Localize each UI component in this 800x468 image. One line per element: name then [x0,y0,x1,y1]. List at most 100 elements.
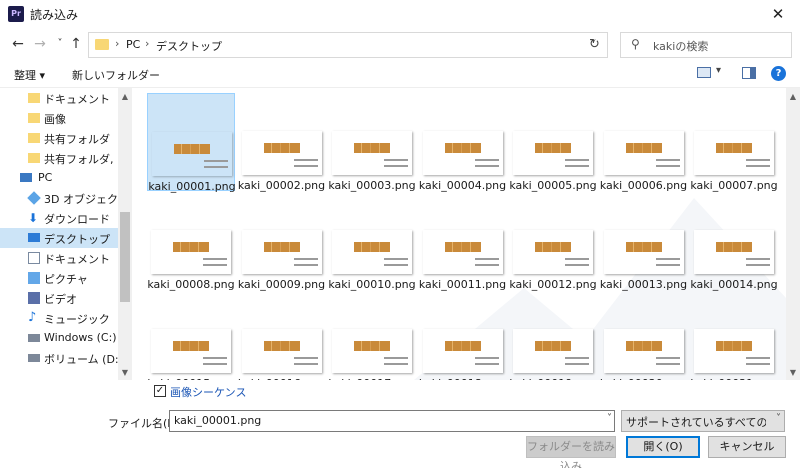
sidebar-item[interactable]: ピクチャ [0,268,118,288]
scrollbar-thumb[interactable] [120,212,130,302]
file-tile[interactable]: kaki_00004.png [419,93,507,192]
help-icon[interactable]: ? [771,66,786,81]
thumbnail-lines [384,357,408,365]
file-list: kaki_00001.png kaki_00002.png kaki_00003.p… [134,88,786,380]
sidebar-item[interactable]: Windows (C:) [0,328,118,348]
sidebar-item[interactable]: ドキュメント [0,248,118,268]
file-name-label: kaki_00018.png [419,377,507,380]
content-scrollbar[interactable]: ▲ ▼ [786,88,800,380]
sidebar-item[interactable]: 3D オブジェクト [0,188,129,208]
preview-pane-icon[interactable] [742,67,756,79]
thumbnail-logo [444,242,481,252]
cancel-button[interactable]: キャンセル [708,436,786,458]
file-tile[interactable]: kaki_00001.png [147,93,236,193]
file-name-label: kaki_00015.png [147,377,235,380]
music-icon: ♪ [28,310,37,325]
image-sequence-label[interactable]: 画像シーケンス [170,384,246,400]
chevron-down-icon[interactable]: ˅ [776,413,781,424]
sidebar-item-label: 共有フォルダ [44,133,110,146]
breadcrumb-pc[interactable]: PC [126,38,140,51]
scroll-up-icon[interactable]: ▲ [786,90,800,104]
file-tile[interactable]: kaki_00014.png [690,192,778,291]
search-input[interactable]: ⚲ kakiの検索 [620,32,792,58]
file-tile[interactable]: kaki_00010.png [328,192,416,291]
image-thumbnail [422,230,503,274]
chevron-down-icon[interactable]: ˅ [607,413,612,424]
file-name-label: kaki_00020.png [600,377,688,380]
sidebar-item[interactable]: ボリューム (D:) [0,348,123,368]
forward-arrow-icon[interactable]: → [30,34,50,54]
thumbnail-logo [444,143,481,153]
breadcrumb-desktop[interactable]: デスクトップ [156,38,222,54]
folder-icon [28,93,40,103]
filename-field[interactable]: kaki_00001.png ˅ [169,410,615,432]
file-type-select[interactable]: サポートされているすべてのメディア (* ˅ [621,410,785,432]
filename-value[interactable]: kaki_00001.png [174,414,261,427]
sidebar-item[interactable]: デスクトップ [0,228,118,248]
sidebar-item[interactable]: PC [0,168,118,188]
file-tile[interactable]: kaki_00021.png [690,291,778,380]
file-tile[interactable]: kaki_00012.png [509,192,597,291]
thumbnail-logo [625,242,662,252]
sidebar-item-label: ミュージック [44,313,110,326]
command-bar: 整理 ▾ 新しいフォルダー ▾ ? [0,62,800,88]
thumbnail-logo [535,143,571,153]
file-tile[interactable]: kaki_00018.png [419,291,507,380]
file-name-label: kaki_00012.png [509,278,597,291]
sidebar-item[interactable]: ドキュメント [0,88,118,108]
file-tile[interactable]: kaki_00005.png [509,93,597,192]
organize-button[interactable]: 整理 ▾ [14,67,45,83]
scroll-down-icon[interactable]: ▼ [786,366,800,380]
thumbnail-lines [746,258,770,266]
sidebar-item[interactable]: ⬇ ダウンロード [0,208,118,228]
file-tile[interactable]: kaki_00020.png [600,291,688,380]
file-tile[interactable]: kaki_00017.png [328,291,416,380]
file-tile[interactable]: kaki_00003.png [328,93,416,192]
image-thumbnail [603,230,684,274]
file-tile[interactable]: kaki_00011.png [418,192,507,291]
file-tile[interactable]: kaki_00007.png [690,93,778,192]
close-button[interactable]: ✕ [756,0,800,28]
file-tile[interactable]: kaki_00016.png [238,291,326,380]
file-name-label: kaki_00006.png [599,179,688,192]
file-tile[interactable]: kaki_00008.png [147,192,235,291]
refresh-icon[interactable]: ↻ [582,32,608,58]
chevron-down-icon[interactable]: ▾ [716,65,721,76]
file-name-label: kaki_00011.png [418,278,507,291]
new-folder-button[interactable]: 新しいフォルダー [72,67,160,83]
view-options-icon[interactable] [697,67,711,78]
sidebar-item[interactable]: ビデオ [0,288,118,308]
file-tile[interactable]: kaki_00002.png [238,93,326,192]
open-button[interactable]: 開く(O) [626,436,700,458]
scroll-down-icon[interactable]: ▼ [118,366,132,380]
file-tile[interactable]: kaki_00019.png [509,291,597,380]
sidebar-item-label: 3D オブジェクト [44,193,129,206]
file-tile[interactable]: kaki_00006.png [599,93,688,192]
file-tile[interactable]: kaki_00013.png [600,192,688,291]
thumbnail-logo [354,143,390,153]
sidebar-item[interactable]: 画像 [0,108,118,128]
sidebar-item[interactable]: 共有フォルダ [0,128,118,148]
up-arrow-icon[interactable]: ↑ [66,34,86,54]
image-thumbnail [694,131,774,175]
thumbnail-logo [716,341,752,351]
scroll-up-icon[interactable]: ▲ [118,90,132,104]
file-name-label: kaki_00009.png [237,278,326,291]
folder-icon [28,133,40,143]
image-thumbnail [151,230,231,274]
image-sequence-checkbox[interactable]: ✓ [154,385,166,397]
thumbnail-lines [655,159,680,167]
back-arrow-icon[interactable]: ← [8,34,28,54]
sidebar-item-label: ビデオ [44,293,77,306]
sidebar-scrollbar[interactable]: ▲ ▼ [118,88,132,380]
sidebar-item[interactable]: 共有フォルダ, [0,148,118,168]
file-tile[interactable]: kaki_00015.png [147,291,235,380]
address-bar[interactable]: › PC › デスクトップ ˅ [88,32,608,58]
image-thumbnail [152,132,232,176]
image-thumbnail [694,329,774,373]
file-name-label: kaki_00007.png [690,179,778,192]
file-tile[interactable]: kaki_00009.png [237,192,326,291]
import-folder-button[interactable]: フォルダーを読み込み [526,436,616,468]
sidebar-item[interactable]: ♪ ミュージック [0,308,118,328]
thumbnail-logo [263,242,300,252]
